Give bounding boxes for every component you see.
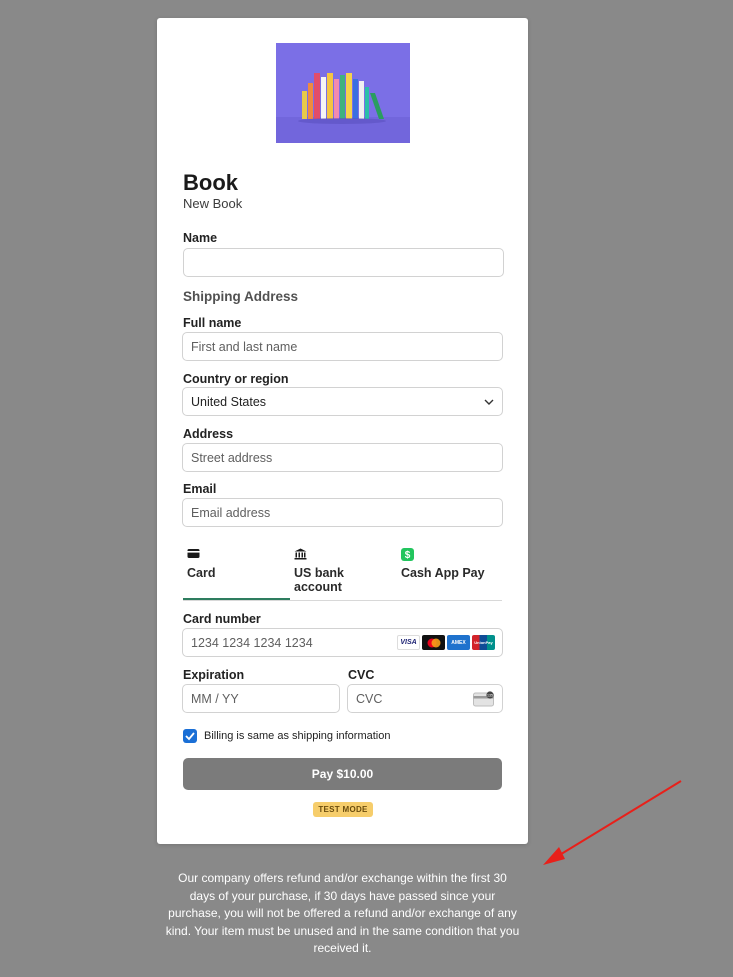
- full-name-input[interactable]: First and last name: [182, 332, 503, 361]
- address-placeholder: Street address: [191, 450, 273, 465]
- name-label: Name: [183, 231, 218, 245]
- email-input[interactable]: Email address: [182, 498, 503, 527]
- card-number-placeholder: 1234 1234 1234 1234: [191, 635, 313, 650]
- card-number-input[interactable]: 1234 1234 1234 1234 VISA AMEX UnionPay: [182, 628, 503, 657]
- card-brands: VISA AMEX UnionPay: [397, 635, 495, 650]
- country-label: Country or region: [183, 372, 289, 386]
- mastercard-icon: [422, 635, 445, 650]
- tab-card[interactable]: Card: [183, 546, 290, 600]
- email-placeholder: Email address: [191, 505, 271, 520]
- card-number-label: Card number: [183, 612, 261, 626]
- expiration-label: Expiration: [183, 668, 245, 682]
- cvc-placeholder: CVC: [356, 691, 383, 706]
- tab-cash-app-pay[interactable]: $ Cash App Pay: [397, 546, 502, 600]
- cvc-input[interactable]: CVC 135: [347, 684, 503, 713]
- name-input[interactable]: [183, 248, 504, 277]
- full-name-placeholder: First and last name: [191, 339, 298, 354]
- unionpay-icon: UnionPay: [472, 635, 495, 650]
- country-value: United States: [191, 394, 267, 409]
- checkmark-icon: [185, 732, 195, 741]
- email-label: Email: [183, 482, 217, 496]
- payment-method-tabs: Card US bank account $ Cash App Pay: [183, 546, 502, 601]
- billing-same-label: Billing is same as shipping information: [204, 730, 391, 742]
- cvc-label: CVC: [348, 668, 375, 682]
- svg-text:$: $: [405, 550, 411, 561]
- annotation-arrow-icon: [543, 780, 682, 865]
- country-select[interactable]: United States: [182, 387, 503, 416]
- expiration-input[interactable]: MM / YY: [182, 684, 340, 713]
- shipping-address-title: Shipping Address: [183, 289, 299, 304]
- refund-policy-text: Our company offers refund and/or exchang…: [165, 871, 520, 955]
- chevron-down-icon: [484, 399, 494, 405]
- pay-button[interactable]: Pay $10.00: [183, 758, 502, 790]
- tab-us-bank-account[interactable]: US bank account: [290, 546, 397, 600]
- test-mode-badge: TEST MODE: [313, 802, 373, 817]
- expiration-placeholder: MM / YY: [191, 691, 239, 706]
- product-subtitle: New Book: [183, 196, 243, 211]
- product-image: [276, 43, 410, 143]
- card-icon: [187, 549, 200, 558]
- cvc-card-icon: 135: [473, 691, 494, 707]
- tab-card-label: Card: [187, 566, 216, 580]
- checkout-card: Book New Book Name Shipping Address Full…: [157, 18, 528, 844]
- bank-icon: [294, 548, 307, 560]
- product-title: Book: [183, 170, 238, 195]
- visa-icon: VISA: [397, 635, 420, 650]
- svg-text:135: 135: [487, 693, 493, 697]
- full-name-label: Full name: [183, 316, 242, 330]
- address-label: Address: [183, 427, 234, 441]
- billing-same-checkbox[interactable]: [183, 729, 197, 743]
- tab-cash-app-pay-label: Cash App Pay: [401, 566, 485, 580]
- address-input[interactable]: Street address: [182, 443, 503, 472]
- tab-us-bank-account-label: US bank account: [294, 566, 345, 594]
- amex-icon: AMEX: [447, 635, 470, 650]
- cash-app-icon: $: [401, 548, 414, 561]
